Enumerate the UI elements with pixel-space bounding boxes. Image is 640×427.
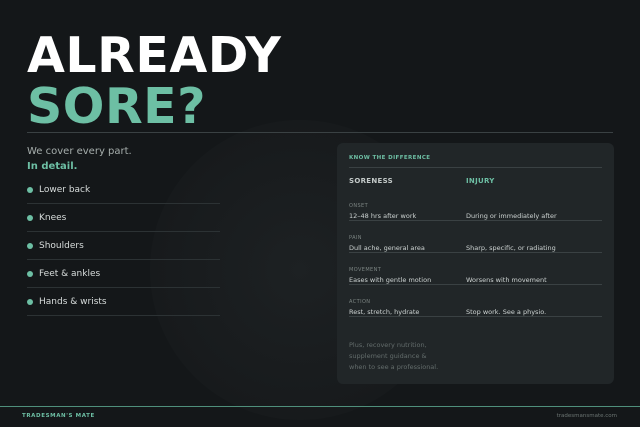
card-footnote: Plus, recovery nutrition, supplement gui… (349, 340, 602, 373)
bullet-dot-icon (27, 186, 33, 193)
footnote-line: supplement guidance & (349, 352, 427, 360)
headline-line-2: SORE? (27, 78, 207, 135)
tagline-line-2: In detail. (27, 161, 78, 172)
soreness-value: Eases with gentle motion (349, 276, 432, 284)
tagline-line-1: We cover every part. (27, 146, 132, 157)
injury-value: Worsens with movement (466, 276, 547, 284)
list-item: Shoulders (27, 232, 220, 260)
body-parts-list: Lower back Knees Shoulders Feet & ankles… (27, 176, 220, 316)
column-headers: SORENESS INJURY (349, 177, 602, 185)
injury-value: Stop work. See a physio. (466, 308, 547, 316)
card-divider (349, 167, 602, 168)
header-divider (27, 132, 613, 133)
table-row: MOVEMENT Eases with gentle motion Worsen… (349, 253, 602, 285)
list-item: Knees (27, 204, 220, 232)
difference-card: KNOW THE DIFFERENCE SORENESS INJURY ONSE… (337, 143, 614, 384)
headline: ALREADY SORE? (27, 30, 281, 132)
list-item-label: Hands & wrists (39, 296, 107, 307)
footnote-line: Plus, recovery nutrition, (349, 341, 427, 349)
card-heading: KNOW THE DIFFERENCE (349, 155, 431, 161)
list-item: Lower back (27, 176, 220, 204)
row-label: ONSET (349, 203, 369, 209)
list-item-label: Knees (39, 212, 67, 223)
bullet-dot-icon (27, 270, 33, 277)
tagline: We cover every part. In detail. (27, 145, 132, 174)
list-item-label: Lower back (39, 184, 91, 195)
row-label: ACTION (349, 299, 371, 305)
injury-value: Sharp, specific, or radiating (466, 244, 556, 252)
footer-divider (0, 406, 640, 407)
table-row: ONSET 12–48 hrs after work During or imm… (349, 189, 602, 221)
website-link[interactable]: tradesmansmate.com (557, 413, 617, 419)
row-label: PAIN (349, 235, 362, 241)
headline-line-1: ALREADY (27, 27, 282, 84)
row-label: MOVEMENT (349, 267, 382, 273)
list-item: Feet & ankles (27, 260, 220, 288)
footnote-line: when to see a professional. (349, 363, 439, 371)
soreness-value: 12–48 hrs after work (349, 212, 417, 220)
bullet-dot-icon (27, 214, 33, 221)
table-row: ACTION Rest, stretch, hydrate Stop work.… (349, 285, 602, 317)
bullet-dot-icon (27, 298, 33, 305)
soreness-value: Dull ache, general area (349, 244, 425, 252)
list-item-label: Feet & ankles (39, 268, 101, 279)
table-row: PAIN Dull ache, general area Sharp, spec… (349, 221, 602, 253)
brand-name: TRADESMAN'S MATE (22, 413, 95, 419)
soreness-column-header: SORENESS (349, 177, 393, 185)
list-item: Hands & wrists (27, 288, 220, 316)
injury-column-header: INJURY (466, 177, 495, 185)
soreness-value: Rest, stretch, hydrate (349, 308, 420, 316)
list-item-label: Shoulders (39, 240, 84, 251)
bullet-dot-icon (27, 242, 33, 249)
injury-value: During or immediately after (466, 212, 557, 220)
